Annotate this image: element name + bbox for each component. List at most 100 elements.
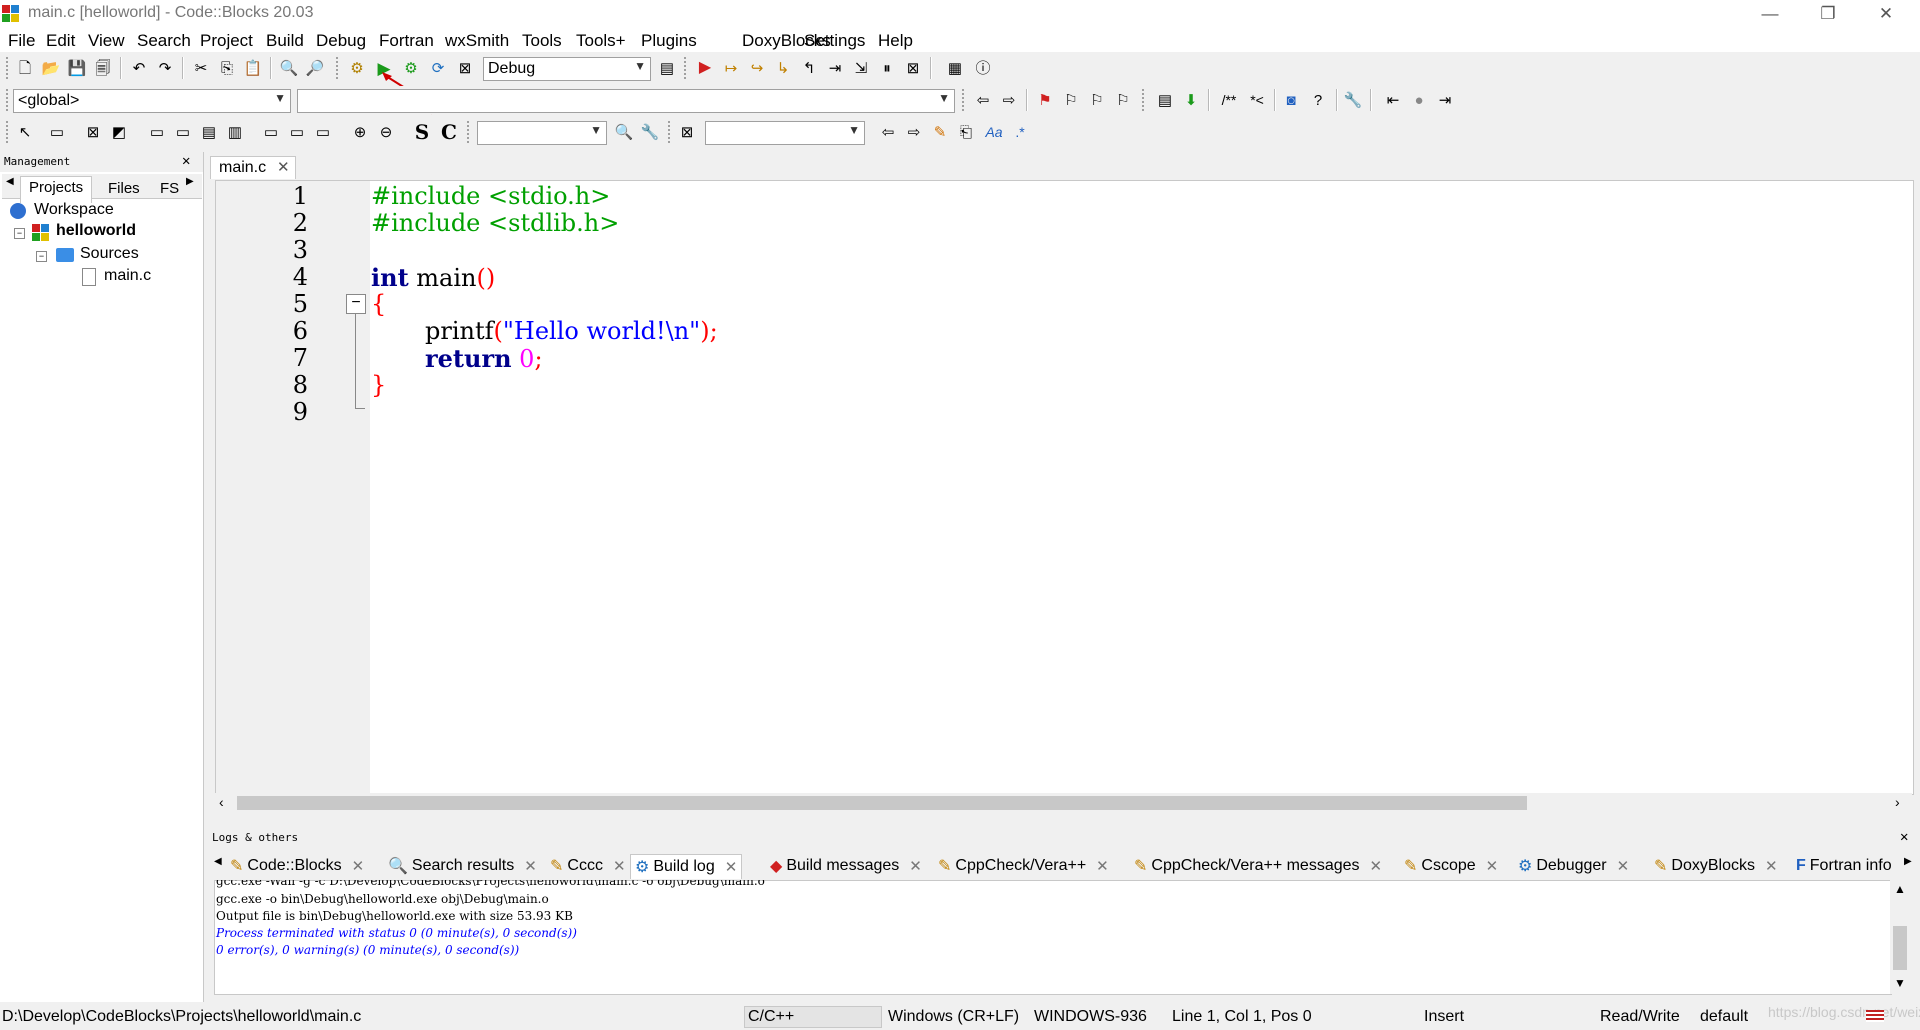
- symbol-select[interactable]: ▼: [297, 89, 955, 113]
- grid-sizer-icon[interactable]: ▤: [198, 121, 220, 143]
- collapse-icon[interactable]: −: [14, 228, 25, 239]
- close-icon[interactable]: ✕: [1765, 857, 1778, 875]
- zoom-in-icon[interactable]: ⊕: [349, 121, 371, 143]
- menu-edit[interactable]: Edit: [46, 31, 75, 51]
- symbol-s-icon[interactable]: S: [411, 121, 433, 143]
- symbol-c-icon[interactable]: C: [438, 121, 460, 143]
- log-vertical-scrollbar[interactable]: ▲ ▼: [1890, 880, 1910, 994]
- menu-tools-plus[interactable]: Tools+: [576, 31, 626, 51]
- menu-wxsmith[interactable]: wxSmith: [445, 31, 509, 51]
- toolbar-grip[interactable]: [336, 57, 342, 79]
- align-left-icon[interactable]: ▭: [260, 121, 282, 143]
- todo-list-icon[interactable]: ▤: [1154, 89, 1176, 111]
- close-icon[interactable]: ✕: [1617, 857, 1630, 875]
- tree-file-main-c[interactable]: main.c: [104, 267, 151, 285]
- scroll-left-icon[interactable]: ‹: [219, 794, 224, 810]
- new-file-icon[interactable]: 🗋: [14, 57, 36, 79]
- close-icon[interactable]: ✕: [277, 158, 290, 176]
- log-tab-cppcheck[interactable]: ✎ CppCheck/Vera++ ✕: [938, 854, 1109, 878]
- undo-icon[interactable]: ↶: [128, 57, 150, 79]
- bookmark-next-icon[interactable]: ⚐: [1086, 89, 1108, 111]
- run-to-cursor-icon[interactable]: ↦: [720, 57, 742, 79]
- step-into-instruction-icon[interactable]: ⇲: [850, 57, 872, 79]
- close-icon[interactable]: ✕: [1370, 857, 1383, 875]
- build-target-select[interactable]: Debug ▼: [483, 57, 651, 81]
- menu-help[interactable]: Help: [878, 31, 913, 51]
- jump-forward-icon[interactable]: ⇨: [998, 89, 1020, 111]
- menu-settings[interactable]: Settings: [804, 31, 865, 51]
- log-tab-cscope[interactable]: ✎ Cscope ✕: [1404, 854, 1498, 878]
- highlight-icon[interactable]: ✎: [929, 121, 951, 143]
- fold-right-icon[interactable]: ⇥: [1434, 89, 1456, 111]
- fold-toggle-icon[interactable]: −: [346, 294, 366, 314]
- todo-add-icon[interactable]: ⬇: [1180, 89, 1202, 111]
- tab-projects[interactable]: Projects: [20, 176, 93, 203]
- regex-icon[interactable]: .*: [1009, 121, 1031, 143]
- log-tab-build-messages[interactable]: ◆ Build messages ✕: [770, 854, 922, 878]
- bookmark-prev-icon[interactable]: ⚐: [1060, 89, 1082, 111]
- help-doc-icon[interactable]: ?: [1307, 89, 1329, 111]
- box-sizer-icon[interactable]: ⊠: [82, 121, 104, 143]
- scroll-up-icon[interactable]: ▲: [1894, 882, 1906, 896]
- minimize-button[interactable]: —: [1742, 0, 1798, 28]
- menu-plugins[interactable]: Plugins: [641, 31, 697, 51]
- menu-tools[interactable]: Tools: [522, 31, 562, 51]
- rebuild-icon[interactable]: ⟳: [427, 57, 449, 79]
- scroll-thumb[interactable]: [1893, 926, 1907, 970]
- open-file-icon[interactable]: 📂: [40, 57, 62, 79]
- tree-workspace[interactable]: Workspace: [34, 201, 114, 219]
- debug-start-icon[interactable]: ▶: [694, 57, 716, 79]
- bookmark-toggle-icon[interactable]: ⚑: [1034, 89, 1056, 111]
- close-icon[interactable]: ✕: [182, 153, 190, 169]
- step-into-icon[interactable]: ↳: [772, 57, 794, 79]
- editor-horizontal-scrollbar[interactable]: ‹ ›: [215, 793, 1912, 813]
- spacer-v-icon[interactable]: ▭: [172, 121, 194, 143]
- log-tab-doxyblocks[interactable]: ✎ DoxyBlocks ✕: [1654, 854, 1778, 878]
- toolbar-grip[interactable]: [684, 57, 690, 79]
- align-center-icon[interactable]: ▭: [286, 121, 308, 143]
- scope-select[interactable]: <global> ▼: [13, 89, 291, 113]
- toolbar-grip[interactable]: [668, 121, 674, 143]
- menu-fortran[interactable]: Fortran: [379, 31, 434, 51]
- stop-debugger-icon[interactable]: ⊠: [902, 57, 924, 79]
- match-case-icon[interactable]: Aa: [983, 121, 1005, 143]
- debug-info-icon[interactable]: ⓘ: [972, 57, 994, 79]
- tree-project[interactable]: helloworld: [56, 222, 136, 240]
- find-icon[interactable]: 🔍: [278, 57, 300, 79]
- toolbar-grip[interactable]: [6, 121, 12, 143]
- jump-back-icon[interactable]: ⇦: [972, 89, 994, 111]
- save-all-icon[interactable]: 🗐: [92, 57, 114, 79]
- settings-wrench-icon[interactable]: 🔧: [1342, 89, 1364, 111]
- tab-fs[interactable]: FS: [154, 178, 186, 204]
- record-icon[interactable]: ●: [1408, 89, 1430, 111]
- comment-line-icon[interactable]: *<: [1246, 89, 1268, 111]
- close-icon[interactable]: ✕: [352, 857, 365, 875]
- close-icon[interactable]: ✕: [613, 857, 626, 875]
- align-right-icon[interactable]: ▭: [312, 121, 334, 143]
- menu-build[interactable]: Build: [266, 31, 304, 51]
- close-icon[interactable]: ✕: [1900, 829, 1908, 845]
- menu-file[interactable]: File: [8, 31, 35, 51]
- replace-icon[interactable]: 🔎: [304, 57, 326, 79]
- build-options-icon[interactable]: ▤: [656, 57, 678, 79]
- search-options-icon[interactable]: 🔧: [639, 121, 661, 143]
- log-tab-codeblocks[interactable]: ✎ Code::Blocks ✕: [230, 854, 364, 878]
- selection-only-icon[interactable]: ⎗: [955, 121, 977, 143]
- paste-icon[interactable]: 📋: [242, 57, 264, 79]
- find-text-combo[interactable]: ▼: [705, 121, 865, 145]
- search-icon[interactable]: 🔍: [613, 121, 635, 143]
- toolbar-grip[interactable]: [1142, 89, 1148, 111]
- log-tab-build-log[interactable]: ⚙ Build log ✕: [630, 854, 743, 879]
- find-prev-icon[interactable]: ⇦: [877, 121, 899, 143]
- menu-view[interactable]: View: [88, 31, 125, 51]
- toolbar-grip[interactable]: [6, 89, 12, 111]
- zoom-out-icon[interactable]: ⊖: [375, 121, 397, 143]
- log-tab-cccc[interactable]: ✎ Cccc ✕: [550, 854, 626, 878]
- toolbar-grip[interactable]: [962, 89, 968, 111]
- debug-windows-icon[interactable]: ▦: [944, 57, 966, 79]
- save-icon[interactable]: 💾: [66, 57, 88, 79]
- pause-icon[interactable]: ⏸: [876, 57, 898, 79]
- scroll-right-icon[interactable]: ›: [1895, 794, 1900, 810]
- cut-icon[interactable]: ✂: [190, 57, 212, 79]
- find-next-icon[interactable]: ⇨: [903, 121, 925, 143]
